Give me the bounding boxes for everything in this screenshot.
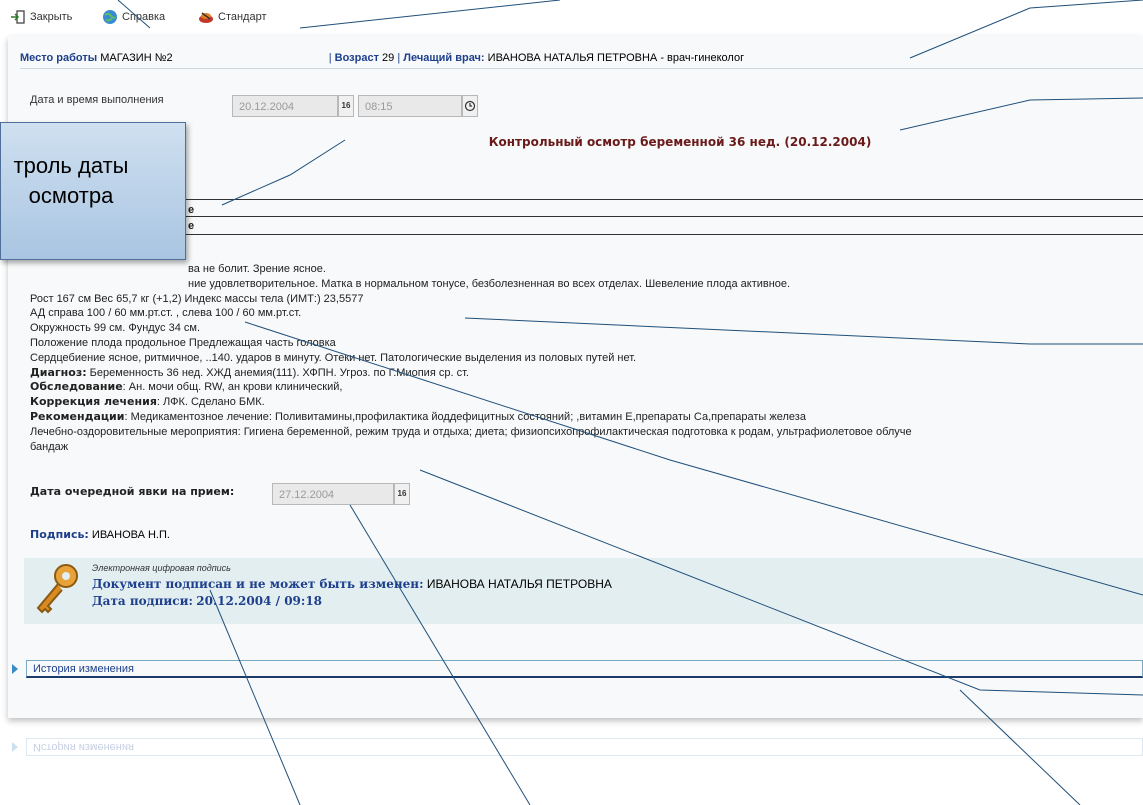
callout-text: троль даты осмотра [1, 151, 181, 211]
callout-line-1: троль даты [13, 153, 129, 178]
callout-lines [117, 0, 1143, 805]
callout-line-2: осмотра [28, 183, 114, 208]
callout-box: троль даты осмотра [0, 122, 186, 260]
